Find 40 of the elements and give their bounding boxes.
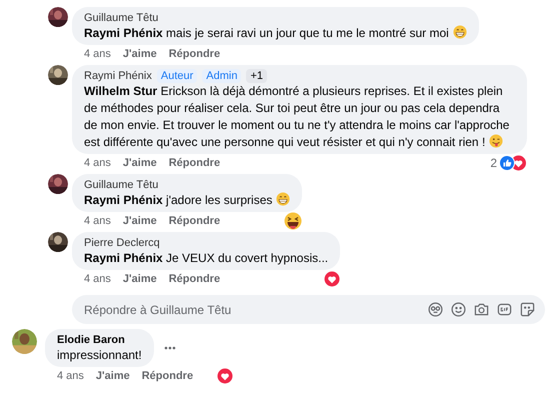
role-badge: +1 <box>246 69 268 83</box>
like-link[interactable]: J'aime <box>96 368 130 384</box>
author-name[interactable]: Raymi Phénix <box>84 69 152 83</box>
heart-reaction-icon[interactable] <box>324 271 340 287</box>
reply-input-field[interactable]: Répondre à Guillaume Têtu <box>72 295 545 324</box>
camera-icon[interactable] <box>474 302 489 317</box>
gif-icon[interactable] <box>497 302 512 317</box>
reply-link[interactable]: Répondre <box>168 270 220 288</box>
author-name[interactable]: Guillaume Têtu <box>84 178 158 192</box>
more-options-icon[interactable] <box>164 346 176 350</box>
role-badge: Admin <box>202 69 242 83</box>
reply-link[interactable]: Répondre <box>142 368 194 384</box>
like-link[interactable]: J'aime <box>122 270 157 288</box>
sticker-icon[interactable] <box>520 302 535 317</box>
comment-time: 4 ans <box>84 272 111 287</box>
comment-time: 4 ans <box>84 156 111 171</box>
like-and-heart-reactions-icon[interactable] <box>499 155 527 171</box>
comment-text: Raymi Phénix Je VEUX du covert hypnosis... <box>84 250 328 267</box>
comment-time: 4 ans <box>84 46 111 62</box>
author-name[interactable]: Guillaume Têtu <box>84 11 158 25</box>
author-name[interactable]: Pierre Declercq <box>84 236 160 250</box>
emoji-icon[interactable] <box>451 302 466 317</box>
like-link[interactable]: J'aime <box>122 154 157 172</box>
comment-text: Raymi Phénix j'adore les surprises <box>84 192 290 209</box>
heart-reaction-icon[interactable] <box>217 368 234 384</box>
comment-text: Raymi Phénix mais je serai ravi un jour que tu me le montré sur moi <box>84 25 467 42</box>
reply-link[interactable]: Répondre <box>168 154 220 172</box>
avatar-sticker-icon[interactable] <box>428 302 443 317</box>
reaction-count: 2 <box>490 155 497 172</box>
comment-time: 4 ans <box>84 214 111 229</box>
like-link[interactable]: J'aime <box>122 46 157 62</box>
reply-link[interactable]: Répondre <box>168 46 220 62</box>
comment-text: Wilhelm Stur Erickson là déjà démontré a plusieurs reprises. Et il existes plein de méthodes pour réaliser cela. Sur toi peut être un jour ou pas cela dependra de mon envie. Et trouver le moment ou tu ne t'y attendra le moins car l'approche est différente qu'avec une personne qui veut résister et qui n'y connait rien ! <box>84 83 510 151</box>
role-badge: Auteur <box>156 69 198 83</box>
author-name[interactable]: Elodie Baron <box>57 333 125 347</box>
like-link[interactable]: J'aime <box>122 212 157 230</box>
comment-time: 4 ans <box>57 368 84 384</box>
reply-link[interactable]: Répondre <box>168 212 220 230</box>
comment-text: impressionnant! <box>57 347 142 364</box>
laughing-reaction-icon[interactable] <box>284 212 302 230</box>
